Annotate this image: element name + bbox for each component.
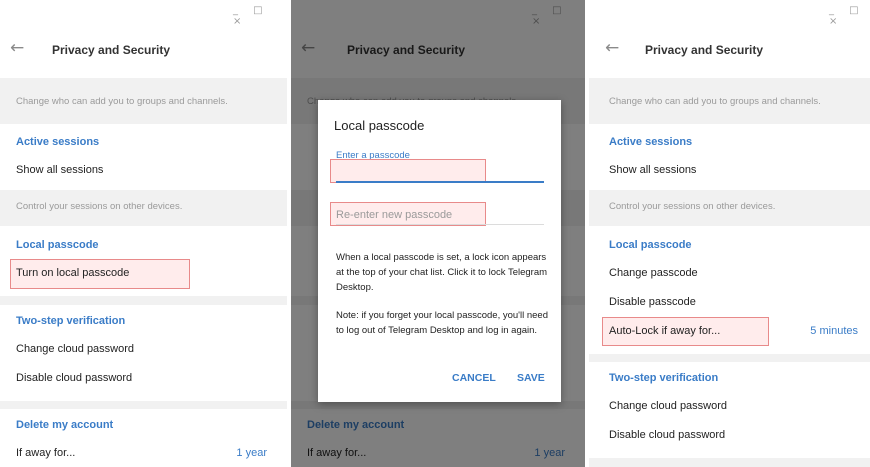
dialog-title: Local passcode xyxy=(334,118,425,133)
back-arrow-icon[interactable]: ← xyxy=(605,38,619,58)
sessions-note: Control your sessions on other devices. xyxy=(16,201,183,212)
disable-cloud-password-button[interactable]: Disable cloud password xyxy=(609,429,725,441)
settings-panel-middle: _ □ × ← Privacy and Security Change who … xyxy=(291,0,585,467)
local-passcode-header: Local passcode xyxy=(609,239,692,251)
active-sessions-header: Active sessions xyxy=(16,136,100,148)
title-bar: _ □ × xyxy=(589,0,870,27)
delete-account-section: Delete my account If away for... 1 year xyxy=(0,409,287,467)
passcode-info-text: When a local passcode is set, a lock ico… xyxy=(336,252,548,293)
show-all-sessions-button[interactable]: Show all sessions xyxy=(16,164,103,176)
two-step-header: Two-step verification xyxy=(16,315,126,327)
auto-lock-button[interactable]: Auto-Lock if away for... xyxy=(609,325,720,337)
passcode-input[interactable] xyxy=(336,163,544,183)
two-step-section: Two-step verification Change cloud passw… xyxy=(589,362,870,458)
settings-panel-left: _ □ × ← Privacy and Security Change who … xyxy=(0,0,287,467)
sessions-note: Control your sessions on other devices. xyxy=(609,201,776,212)
title-bar: _ □ × xyxy=(0,0,287,27)
save-button[interactable]: SAVE xyxy=(517,372,545,384)
auto-lock-value[interactable]: 5 minutes xyxy=(810,325,858,337)
change-cloud-password-button[interactable]: Change cloud password xyxy=(16,343,134,355)
disable-passcode-button[interactable]: Disable passcode xyxy=(609,296,696,308)
back-arrow-icon[interactable]: ← xyxy=(10,38,24,58)
if-away-value[interactable]: 1 year xyxy=(236,447,267,459)
page-title: Privacy and Security xyxy=(645,43,764,57)
local-passcode-section: Local passcode Turn on local passcode xyxy=(0,226,287,296)
groups-note: Change who can add you to groups and cha… xyxy=(609,96,821,107)
active-sessions-section: Active sessions Show all sessions xyxy=(0,124,287,190)
two-step-header: Two-step verification xyxy=(609,372,719,384)
change-passcode-button[interactable]: Change passcode xyxy=(609,267,698,279)
passcode-warning-text: Note: if you forget your local passcode,… xyxy=(336,310,548,336)
settings-panel-right: _ □ × ← Privacy and Security Change who … xyxy=(589,0,870,467)
local-passcode-section: Local passcode Change passcode Disable p… xyxy=(589,226,870,354)
delete-account-header: Delete my account xyxy=(16,419,114,431)
if-away-button[interactable]: If away for... xyxy=(16,447,75,459)
local-passcode-header: Local passcode xyxy=(16,239,99,251)
turn-on-passcode-button[interactable]: Turn on local passcode xyxy=(16,267,129,279)
cancel-button[interactable]: CANCEL xyxy=(452,372,496,384)
disable-cloud-password-button[interactable]: Disable cloud password xyxy=(16,372,132,384)
page-header: ← Privacy and Security xyxy=(0,24,287,78)
page-title: Privacy and Security xyxy=(52,43,171,57)
active-sessions-section: Active sessions Show all sessions xyxy=(589,124,870,190)
two-step-section: Two-step verification Change cloud passw… xyxy=(0,305,287,401)
reenter-passcode-input[interactable] xyxy=(336,205,544,225)
show-all-sessions-button[interactable]: Show all sessions xyxy=(609,164,696,176)
local-passcode-dialog: Local passcode Enter a passcode When a l… xyxy=(318,100,561,402)
active-sessions-header: Active sessions xyxy=(609,136,693,148)
groups-note: Change who can add you to groups and cha… xyxy=(16,96,228,107)
page-header: ← Privacy and Security xyxy=(589,24,870,78)
change-cloud-password-button[interactable]: Change cloud password xyxy=(609,400,727,412)
